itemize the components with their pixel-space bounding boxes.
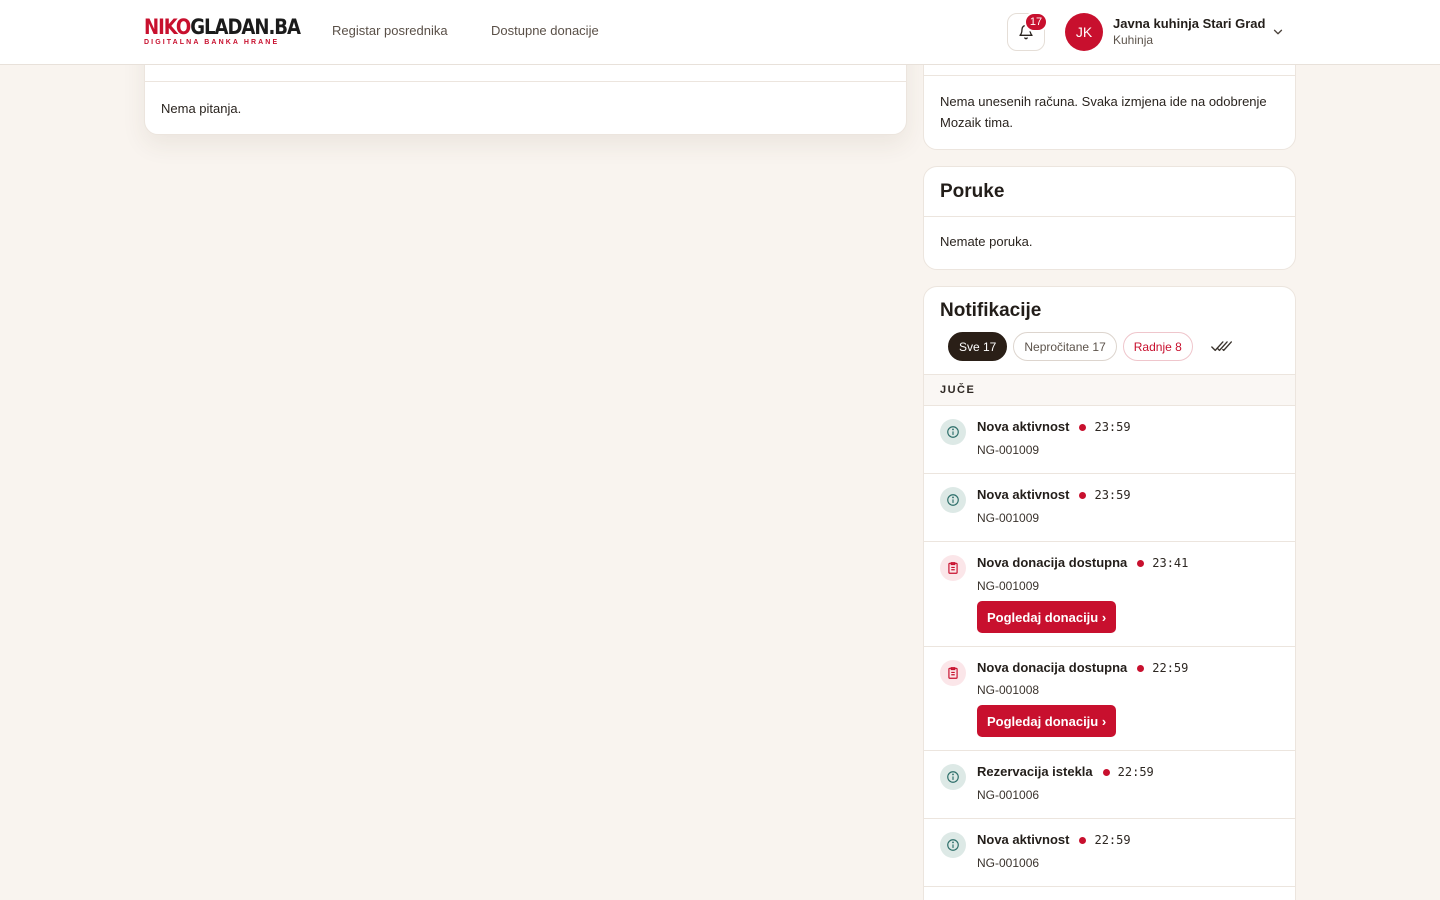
- clipboard-icon: [940, 555, 966, 581]
- nav-link-dostupne-donacije[interactable]: Dostupne donacije: [491, 23, 599, 38]
- notification-title-line: Nova donacija dostupna 22:59: [977, 660, 1188, 675]
- notification-time: 22:59: [1152, 661, 1189, 675]
- card-divider: [924, 75, 1295, 76]
- notification-item[interactable]: Rezervacija istekla 22:59 NG-001006: [924, 751, 1295, 819]
- notification-time: 23:59: [1094, 488, 1131, 502]
- notification-count-badge: 17: [1024, 12, 1048, 32]
- unread-dot: [1079, 836, 1087, 844]
- notification-title: Nova aktivnost: [977, 419, 1070, 434]
- notification-group-label: JUČE: [924, 374, 1295, 406]
- info-icon: [940, 764, 966, 790]
- view-donation-button[interactable]: Pogledaj donaciju ›: [977, 601, 1117, 633]
- mark-all-read-button[interactable]: [1207, 332, 1237, 361]
- notification-title-line: Nova aktivnost 23:59: [977, 487, 1131, 502]
- notification-item[interactable]: Nova donacija dostupna 23:41 NG-001009 Po…: [924, 542, 1295, 647]
- notification-reference: NG-001009: [977, 443, 1040, 457]
- notifications-title: Notifikacije: [940, 300, 1042, 321]
- clipboard-icon: [940, 660, 966, 686]
- user-name[interactable]: Javna kuhinja Stari Grad: [1113, 16, 1265, 31]
- notification-title-line: Nova aktivnost 22:59: [977, 832, 1131, 847]
- tab-all[interactable]: Sve 17: [948, 332, 1008, 361]
- chevron-down-icon[interactable]: [1271, 25, 1285, 39]
- unread-dot: [1137, 664, 1145, 672]
- notification-title-line: Nova donacija dostupna 23:41: [977, 555, 1188, 570]
- tab-actions[interactable]: Radnje 8: [1122, 332, 1193, 361]
- receipts-empty-text: Nema unesenih računa. Svaka izmjena ide …: [940, 94, 1267, 130]
- top-navigation-bar: NIKOGLADAN.BA DIGITALNA BANKA HRANE Regi…: [0, 0, 1440, 65]
- user-role: Kuhinja: [1113, 33, 1154, 47]
- notification-reference: NG-001009: [977, 579, 1040, 593]
- info-icon: [940, 419, 966, 445]
- notification-title: Nova donacija dostupna: [977, 660, 1128, 675]
- view-donation-button[interactable]: Pogledaj donaciju ›: [977, 705, 1117, 737]
- notification-item[interactable]: Nova aktivnost 23:59 NG-001009: [924, 474, 1295, 542]
- questions-empty-text: Nema pitanja.: [161, 101, 242, 116]
- notifications-card: Notifikacije Sve 17 Nepročitane 17 Radnj…: [923, 286, 1296, 900]
- nikogladan-logo[interactable]: NIKOGLADAN.BA DIGITALNA BANKA HRANE: [144, 15, 301, 46]
- notification-filter-tabs: Sve 17 Nepročitane 17 Radnje 8: [948, 332, 1237, 361]
- info-icon: [940, 832, 966, 858]
- notification-reference: NG-001008: [977, 683, 1040, 697]
- logo-tagline: DIGITALNA BANKA HRANE: [144, 39, 280, 46]
- notification-time: 22:59: [1117, 765, 1154, 779]
- card-divider: [924, 216, 1295, 217]
- notification-item[interactable]: Nova aktivnost 23:59 NG-001009: [924, 406, 1295, 474]
- notification-item[interactable]: Nova donacija dostupna 22:59 NG-001008 Po…: [924, 647, 1295, 751]
- notification-title: Nova donacija dostupna: [977, 555, 1128, 570]
- unread-dot: [1102, 768, 1110, 776]
- card-divider: [145, 81, 906, 82]
- notification-time: 23:59: [1094, 420, 1131, 434]
- messages-empty-text: Nemate poruka.: [940, 234, 1033, 249]
- unread-dot: [1079, 491, 1087, 499]
- nav-link-registar-posrednika[interactable]: Registar posrednika: [332, 23, 448, 38]
- double-check-icon: [1210, 340, 1232, 351]
- messages-title: Poruke: [940, 181, 1005, 202]
- notification-title: Nova aktivnost: [977, 832, 1070, 847]
- notification-time: 23:41: [1152, 556, 1189, 570]
- notification-reference: NG-001006: [977, 856, 1040, 870]
- logo-text-secondary: GLADAN.BA: [190, 15, 301, 39]
- user-avatar[interactable]: JK: [1065, 13, 1103, 51]
- notification-reference: NG-001009: [977, 511, 1040, 525]
- notification-title-line: Nova aktivnost 23:59: [977, 419, 1131, 434]
- unread-dot: [1137, 559, 1145, 567]
- notification-item[interactable]: Nova aktivnost 22:59 NG-001006: [924, 819, 1295, 887]
- unread-dot: [1079, 423, 1087, 431]
- messages-card: Poruke Nemate poruka.: [923, 166, 1296, 270]
- logo-text-primary: NIKO: [144, 15, 191, 39]
- notification-title-line: Rezervacija istekla 22:59: [977, 764, 1154, 779]
- notification-time: 22:59: [1094, 833, 1131, 847]
- notification-reference: NG-001006: [977, 788, 1040, 802]
- notification-title: Rezervacija istekla: [977, 764, 1093, 779]
- notification-title: Nova aktivnost: [977, 487, 1070, 502]
- info-icon: [940, 487, 966, 513]
- logo-wordmark: NIKOGLADAN.BA: [144, 15, 301, 39]
- tab-unread[interactable]: Nepročitane 17: [1013, 332, 1117, 361]
